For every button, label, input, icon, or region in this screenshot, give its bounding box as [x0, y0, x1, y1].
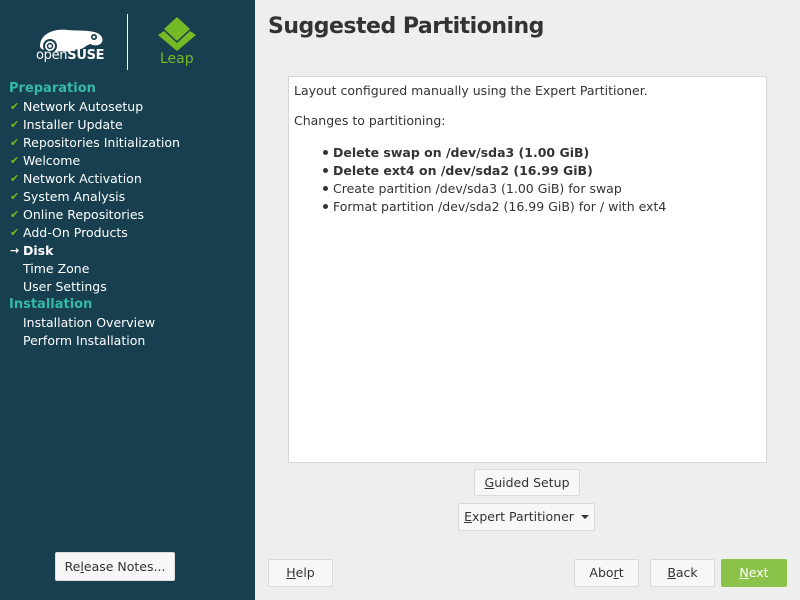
step-network-autosetup: ✔ Network Autosetup [10, 99, 144, 114]
opensuse-wordmark: openSUSE [36, 48, 105, 63]
step-perform-installation: Perform Installation [23, 333, 146, 348]
summary-text: Layout configured manually using the Exp… [294, 83, 648, 98]
bullet-icon [323, 186, 328, 191]
release-notes-button[interactable]: Release Notes... [55, 552, 175, 581]
checkmark-icon: ✔ [10, 118, 20, 131]
changes-heading: Changes to partitioning: [294, 113, 446, 128]
installation-steps: Preparation ✔ Network Autosetup ✔ Installe… [0, 80, 255, 350]
back-button[interactable]: Back [650, 559, 715, 587]
caret-down-icon [580, 514, 589, 519]
logo-area: openSUSE Leap [0, 0, 255, 78]
section-preparation: Preparation [9, 81, 96, 96]
arrow-right-icon: → [10, 244, 20, 257]
change-item: Format partition /dev/sda2 (16.99 GiB) f… [323, 198, 666, 216]
checkmark-icon: ✔ [10, 100, 20, 113]
help-button[interactable]: Help [268, 559, 333, 587]
checkmark-icon: ✔ [10, 154, 20, 167]
step-installation-overview: Installation Overview [23, 315, 156, 330]
step-network-activation: ✔ Network Activation [10, 171, 142, 186]
main-panel: Suggested Partitioning Layout configured… [255, 0, 800, 600]
step-welcome: ✔ Welcome [10, 153, 81, 168]
step-user-settings: User Settings [23, 279, 107, 294]
step-time-zone: Time Zone [23, 261, 90, 276]
change-item: Create partition /dev/sda3 (1.00 GiB) fo… [323, 180, 666, 198]
next-button[interactable]: Next [721, 559, 787, 587]
checkmark-icon: ✔ [10, 226, 20, 239]
expert-partitioner-dropdown[interactable]: Expert Partitioner [458, 503, 595, 531]
change-item: Delete ext4 on /dev/sda2 (16.99 GiB) [323, 162, 666, 180]
leap-logo-icon [158, 17, 196, 51]
bullet-icon [323, 168, 328, 173]
change-item: Delete swap on /dev/sda3 (1.00 GiB) [323, 144, 666, 162]
bullet-icon [323, 204, 328, 209]
guided-setup-button[interactable]: Guided Setup [474, 469, 580, 496]
sidebar: openSUSE Leap Preparation ✔ Network Autos… [0, 0, 255, 600]
step-online-repositories: ✔ Online Repositories [10, 207, 145, 222]
page-title: Suggested Partitioning [268, 14, 544, 39]
checkmark-icon: ✔ [10, 136, 20, 149]
abort-button[interactable]: Abort [574, 559, 639, 587]
checkmark-icon: ✔ [10, 208, 20, 221]
step-repositories-initialization: ✔ Repositories Initialization [10, 135, 180, 150]
bullet-icon [323, 150, 328, 155]
step-system-analysis: ✔ System Analysis [10, 189, 126, 204]
step-disk: → Disk [10, 243, 54, 258]
logo-divider [127, 14, 128, 70]
checkmark-icon: ✔ [10, 190, 20, 203]
step-installer-update: ✔ Installer Update [10, 117, 123, 132]
product-name: Leap [160, 51, 194, 67]
checkmark-icon: ✔ [10, 172, 20, 185]
step-add-on-products: ✔ Add-On Products [10, 225, 128, 240]
section-installation: Installation [9, 297, 93, 312]
partitioning-summary: Layout configured manually using the Exp… [288, 76, 767, 463]
changes-list: Delete swap on /dev/sda3 (1.00 GiB) Dele… [323, 144, 666, 216]
